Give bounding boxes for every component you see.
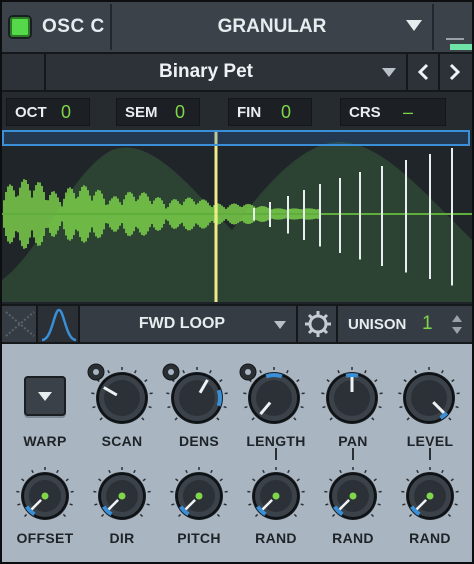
- direction-knob[interactable]: [93, 467, 151, 520]
- settings-button[interactable]: [296, 306, 338, 342]
- offset-label: OFFSET: [16, 530, 74, 546]
- octave-control[interactable]: OCT 0: [6, 98, 90, 126]
- chevron-right-icon: [449, 63, 461, 81]
- pan-rand-label: RAND: [332, 530, 374, 546]
- preset-name[interactable]: Binary Pet: [46, 54, 366, 90]
- pan-label: PAN: [338, 433, 368, 449]
- density-knob[interactable]: [162, 363, 228, 424]
- crossfade-icon: [5, 311, 35, 337]
- window-shape-icon: [41, 308, 77, 342]
- coarse-label: CRS: [349, 103, 381, 121]
- loop-mode-select[interactable]: FWD LOOP: [82, 306, 282, 342]
- chevron-down-icon[interactable]: [406, 20, 422, 31]
- coarse-control[interactable]: CRS –: [340, 98, 446, 126]
- divider: [432, 4, 434, 50]
- semitone-value[interactable]: 0: [175, 102, 185, 123]
- oscillator-title: OSC C: [42, 16, 105, 37]
- pitch-label: PITCH: [177, 530, 221, 546]
- level-label: LEVEL: [406, 433, 454, 449]
- meter-level: [450, 44, 472, 50]
- chevron-left-icon: [417, 63, 429, 81]
- shape-selector-off[interactable]: [2, 306, 38, 342]
- shape-selector-gaussian[interactable]: [38, 306, 80, 342]
- scan-range-bar[interactable]: [2, 130, 470, 146]
- length-rand-knob[interactable]: [247, 467, 305, 520]
- power-toggle[interactable]: [10, 17, 30, 37]
- pitch-knob[interactable]: [170, 467, 228, 520]
- meter-bar: [446, 38, 464, 40]
- mode-select[interactable]: GRANULAR: [112, 2, 432, 52]
- offset-knob[interactable]: [16, 467, 74, 520]
- preset-next-button[interactable]: [438, 54, 470, 90]
- pan-knob[interactable]: [321, 367, 383, 424]
- chevron-down-icon[interactable]: [274, 321, 286, 329]
- level-rand-knob[interactable]: [401, 467, 459, 520]
- level-rand-label: RAND: [409, 530, 451, 546]
- gear-icon: [305, 311, 331, 337]
- scan-knob[interactable]: [87, 363, 153, 424]
- unison-label: UNISON: [348, 315, 407, 333]
- preset-menu-slot[interactable]: [2, 54, 46, 90]
- fine-label: FIN: [237, 103, 262, 121]
- waveform-svg: [2, 130, 472, 302]
- fine-value[interactable]: 0: [281, 102, 291, 123]
- output-meter: [442, 8, 472, 50]
- control-strip: FWD LOOP UNISON 1: [2, 304, 472, 344]
- pan-rand-knob[interactable]: [324, 467, 382, 520]
- tuning-row: OCT 0 SEM 0 FIN 0 CRS –: [2, 92, 472, 130]
- unison-down-arrow[interactable]: [452, 327, 462, 334]
- oscillator-header: OSC C GRANULAR: [2, 2, 472, 52]
- coarse-value[interactable]: –: [403, 102, 413, 123]
- semitone-control[interactable]: SEM 0: [116, 98, 200, 126]
- preset-prev-button[interactable]: [406, 54, 438, 90]
- unison-up-arrow[interactable]: [452, 315, 462, 322]
- fine-control[interactable]: FIN 0: [228, 98, 312, 126]
- direction-label: DIR: [109, 530, 135, 546]
- knob-panel: WARP SCAN DENS LENGTH PAN LEVEL OFFSET D…: [2, 344, 472, 562]
- semitone-label: SEM: [125, 103, 158, 121]
- level-knob[interactable]: [398, 367, 460, 424]
- unison-value[interactable]: 1: [422, 306, 433, 342]
- scan-label: SCAN: [101, 433, 143, 449]
- density-label: DENS: [178, 433, 220, 449]
- length-knob[interactable]: [239, 363, 305, 424]
- length-label: LENGTH: [246, 433, 306, 449]
- chevron-down-icon[interactable]: [382, 68, 396, 77]
- octave-label: OCT: [15, 103, 47, 121]
- preset-bar: Binary Pet: [2, 52, 472, 92]
- octave-value[interactable]: 0: [61, 102, 71, 123]
- waveform-display[interactable]: [2, 130, 472, 302]
- length-rand-label: RAND: [255, 530, 297, 546]
